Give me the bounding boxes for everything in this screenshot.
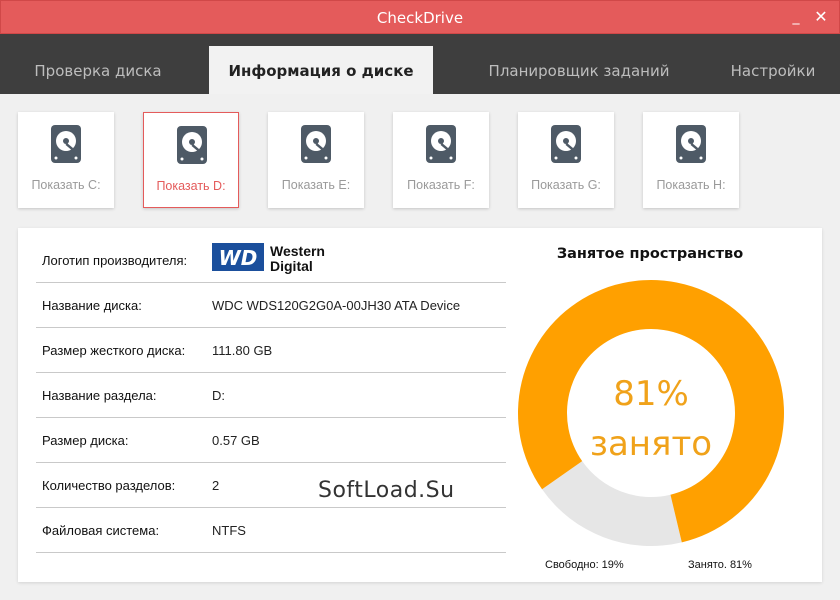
info-key: Количество разделов: [42,478,176,493]
usage-percent-text: 81% [613,374,689,414]
drive-button-c[interactable]: Показать C: [18,112,114,208]
legend-used: Занято. 81% [688,559,752,571]
drive-label: Показать F: [407,178,475,192]
info-row-file-system: Файловая система: NTFS [36,508,506,553]
minimize-button[interactable]: _ [787,7,805,27]
usage-donut-chart: 81% занято [518,280,784,546]
drive-label: Показать H: [656,178,726,192]
usage-status-text: занято [590,424,712,464]
tab-scheduler[interactable]: Планировщик заданий [470,46,688,94]
info-key: Размер жесткого диска: [42,343,186,358]
hard-drive-icon [426,125,456,163]
tab-disk-info[interactable]: Информация о диске [209,46,433,94]
info-value: 111.80 GB [212,343,273,358]
tab-settings[interactable]: Настройки [720,46,826,94]
title-bar: CheckDrive _ ✕ [0,0,840,34]
info-row-disk-name: Название диска: WDC WDS120G2G0A-00JH30 A… [36,283,506,328]
drive-button-g[interactable]: Показать G: [518,112,614,208]
info-value: 2 [212,478,220,493]
tab-disk-check[interactable]: Проверка диска [18,46,178,94]
legend-free: Свободно: 19% [545,559,624,571]
western-digital-logo: WD Western Digital [212,243,325,274]
drive-button-h[interactable]: Показать H: [643,112,739,208]
info-key: Логотип производителя: [42,253,188,268]
drive-button-f[interactable]: Показать F: [393,112,489,208]
close-button[interactable]: ✕ [812,7,830,27]
tab-bar: Проверка диска Информация о диске Планир… [0,34,840,94]
content-area: Показать C: Показать D: Показать E: Пока… [0,94,840,600]
window-title: CheckDrive [376,9,464,27]
svg-text:WD: WD [219,246,258,270]
info-row-disk-size: Размер диска: 0.57 GB [36,418,506,463]
usage-chart-title: Занятое пространство [556,246,744,262]
info-key: Файловая система: [42,523,160,538]
drive-button-d[interactable]: Показать D: [143,112,239,208]
info-row-partition-name: Название раздела: D: [36,373,506,418]
hard-drive-icon [177,126,207,164]
drive-label: Показать D: [156,179,226,193]
watermark-text: SoftLoad.Su [318,478,455,503]
info-value: 0.57 GB [212,433,260,448]
hard-drive-icon [676,125,706,163]
drive-label: Показать C: [31,178,101,192]
info-key: Название диска: [42,298,142,313]
hard-drive-icon [301,125,331,163]
info-value: WDC WDS120G2G0A-00JH30 ATA Device [212,298,461,313]
hard-drive-icon [51,125,81,163]
svg-text:Digital: Digital [270,258,313,274]
drive-label: Показать E: [281,178,351,192]
info-key: Название раздела: [42,388,157,403]
drive-button-e[interactable]: Показать E: [268,112,364,208]
info-value: NTFS [212,523,246,538]
disk-info-panel: Логотип производителя: WD Western Digita… [18,228,822,582]
hard-drive-icon [551,125,581,163]
info-key: Размер диска: [42,433,129,448]
info-row-hdd-size: Размер жесткого диска: 111.80 GB [36,328,506,373]
svg-text:Western: Western [270,243,325,259]
info-value: D: [212,388,225,403]
drive-label: Показать G: [531,178,601,192]
info-row-manufacturer-logo: Логотип производителя: WD Western Digita… [36,238,506,283]
